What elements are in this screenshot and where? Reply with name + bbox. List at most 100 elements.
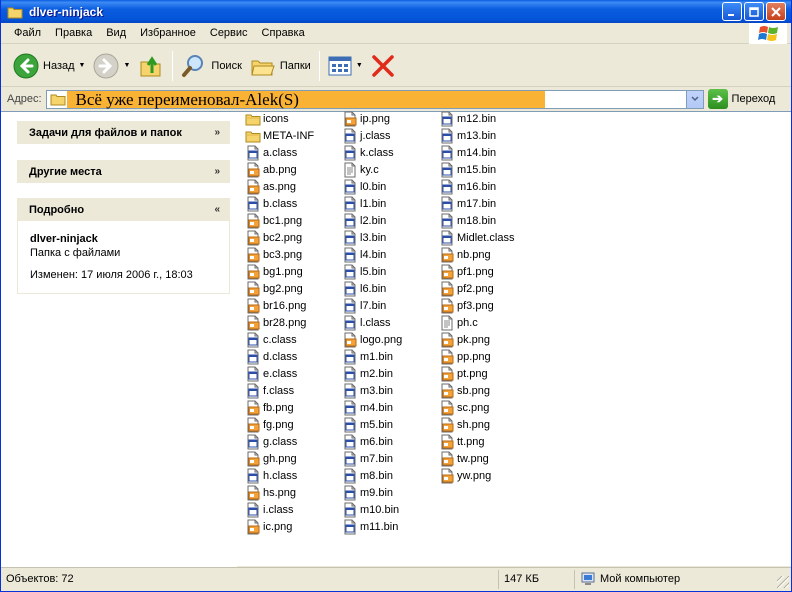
menu-tools[interactable]: Сервис	[203, 27, 255, 39]
file-item[interactable]: m17.bin	[439, 195, 514, 212]
minimize-button[interactable]	[722, 2, 742, 21]
file-item[interactable]: pf2.png	[439, 280, 514, 297]
file-item[interactable]: l.class	[342, 314, 402, 331]
file-item[interactable]: nb.png	[439, 246, 514, 263]
back-dropdown-icon[interactable]: ▼	[79, 62, 86, 69]
file-item[interactable]: e.class	[245, 365, 314, 382]
menu-favorites[interactable]: Избранное	[133, 27, 203, 39]
other-places-header[interactable]: Другие места »	[17, 160, 230, 183]
file-item[interactable]: sb.png	[439, 382, 514, 399]
file-item[interactable]: m14.bin	[439, 144, 514, 161]
file-item[interactable]: l1.bin	[342, 195, 402, 212]
file-item[interactable]: d.class	[245, 348, 314, 365]
file-item[interactable]: m7.bin	[342, 450, 402, 467]
file-item[interactable]: tw.png	[439, 450, 514, 467]
file-item[interactable]: as.png	[245, 178, 314, 195]
file-item[interactable]: m6.bin	[342, 433, 402, 450]
file-item[interactable]: META-INF	[245, 127, 314, 144]
file-item[interactable]: ip.png	[342, 110, 402, 127]
file-item[interactable]: m15.bin	[439, 161, 514, 178]
menu-edit[interactable]: Правка	[48, 27, 99, 39]
file-item[interactable]: Midlet.class	[439, 229, 514, 246]
file-item[interactable]: k.class	[342, 144, 402, 161]
file-item[interactable]: tt.png	[439, 433, 514, 450]
file-item[interactable]: br16.png	[245, 297, 314, 314]
file-item[interactable]: l3.bin	[342, 229, 402, 246]
file-item[interactable]: l5.bin	[342, 263, 402, 280]
file-item[interactable]: icons	[245, 110, 314, 127]
file-item[interactable]: ab.png	[245, 161, 314, 178]
file-item[interactable]: ph.c	[439, 314, 514, 331]
file-item[interactable]: m5.bin	[342, 416, 402, 433]
file-item[interactable]: bg2.png	[245, 280, 314, 297]
file-item[interactable]: f.class	[245, 382, 314, 399]
file-item[interactable]: a.class	[245, 144, 314, 161]
resize-grip[interactable]	[777, 576, 789, 588]
file-item[interactable]: l0.bin	[342, 178, 402, 195]
file-item[interactable]: pk.png	[439, 331, 514, 348]
menu-view[interactable]: Вид	[99, 27, 133, 39]
file-item[interactable]: fb.png	[245, 399, 314, 416]
address-input[interactable]: Всё уже переименовал-Alek(S)	[45, 89, 704, 109]
search-button[interactable]: Поиск	[177, 49, 245, 83]
file-item[interactable]: m8.bin	[342, 467, 402, 484]
views-button[interactable]: ▼	[324, 49, 367, 83]
go-button[interactable]: ➔ Переход	[707, 89, 775, 109]
file-item[interactable]: fg.png	[245, 416, 314, 433]
file-item[interactable]: yw.png	[439, 467, 514, 484]
file-item[interactable]: g.class	[245, 433, 314, 450]
file-item[interactable]: pf3.png	[439, 297, 514, 314]
chevron-double-up-icon[interactable]: «	[214, 204, 220, 215]
file-item[interactable]: b.class	[245, 195, 314, 212]
file-item[interactable]: sh.png	[439, 416, 514, 433]
file-item[interactable]: m11.bin	[342, 518, 402, 535]
address-dropdown-button[interactable]	[685, 90, 703, 108]
file-item[interactable]: l6.bin	[342, 280, 402, 297]
file-item[interactable]: m9.bin	[342, 484, 402, 501]
file-item[interactable]: pf1.png	[439, 263, 514, 280]
file-item[interactable]: logo.png	[342, 331, 402, 348]
file-item[interactable]: m3.bin	[342, 382, 402, 399]
file-item[interactable]: l4.bin	[342, 246, 402, 263]
file-item[interactable]: pt.png	[439, 365, 514, 382]
file-item[interactable]: ky.c	[342, 161, 402, 178]
menu-file[interactable]: Файл	[7, 27, 48, 39]
file-item[interactable]: gh.png	[245, 450, 314, 467]
title-bar[interactable]: dlver-ninjack	[1, 0, 791, 23]
file-item[interactable]: pp.png	[439, 348, 514, 365]
file-item[interactable]: h.class	[245, 467, 314, 484]
up-button[interactable]	[134, 49, 168, 83]
chevron-double-down-icon[interactable]: »	[214, 166, 220, 177]
file-item[interactable]: bc3.png	[245, 246, 314, 263]
file-item[interactable]: j.class	[342, 127, 402, 144]
delete-button[interactable]	[367, 49, 399, 83]
file-item[interactable]: ic.png	[245, 518, 314, 535]
file-item[interactable]: m10.bin	[342, 501, 402, 518]
chevron-double-down-icon[interactable]: »	[214, 127, 220, 138]
back-button[interactable]: Назад ▼	[9, 49, 89, 83]
file-tasks-header[interactable]: Задачи для файлов и папок »	[17, 121, 230, 144]
file-item[interactable]: m12.bin	[439, 110, 514, 127]
file-item[interactable]: hs.png	[245, 484, 314, 501]
forward-dropdown-icon[interactable]: ▼	[123, 62, 130, 69]
maximize-button[interactable]	[744, 2, 764, 21]
file-item[interactable]: m13.bin	[439, 127, 514, 144]
file-item[interactable]: m1.bin	[342, 348, 402, 365]
file-item[interactable]: m2.bin	[342, 365, 402, 382]
forward-button[interactable]: ▼	[89, 49, 134, 83]
file-item[interactable]: c.class	[245, 331, 314, 348]
file-item[interactable]: l7.bin	[342, 297, 402, 314]
file-item[interactable]: br28.png	[245, 314, 314, 331]
close-button[interactable]	[766, 2, 786, 21]
file-item[interactable]: m16.bin	[439, 178, 514, 195]
file-item[interactable]: m4.bin	[342, 399, 402, 416]
file-item[interactable]: bc1.png	[245, 212, 314, 229]
file-item[interactable]: bc2.png	[245, 229, 314, 246]
details-header[interactable]: Подробно «	[17, 198, 230, 221]
views-dropdown-icon[interactable]: ▼	[356, 62, 363, 69]
file-item[interactable]: m18.bin	[439, 212, 514, 229]
menu-help[interactable]: Справка	[255, 27, 312, 39]
folders-button[interactable]: Папки	[246, 49, 315, 83]
file-item[interactable]: sc.png	[439, 399, 514, 416]
file-item[interactable]: l2.bin	[342, 212, 402, 229]
